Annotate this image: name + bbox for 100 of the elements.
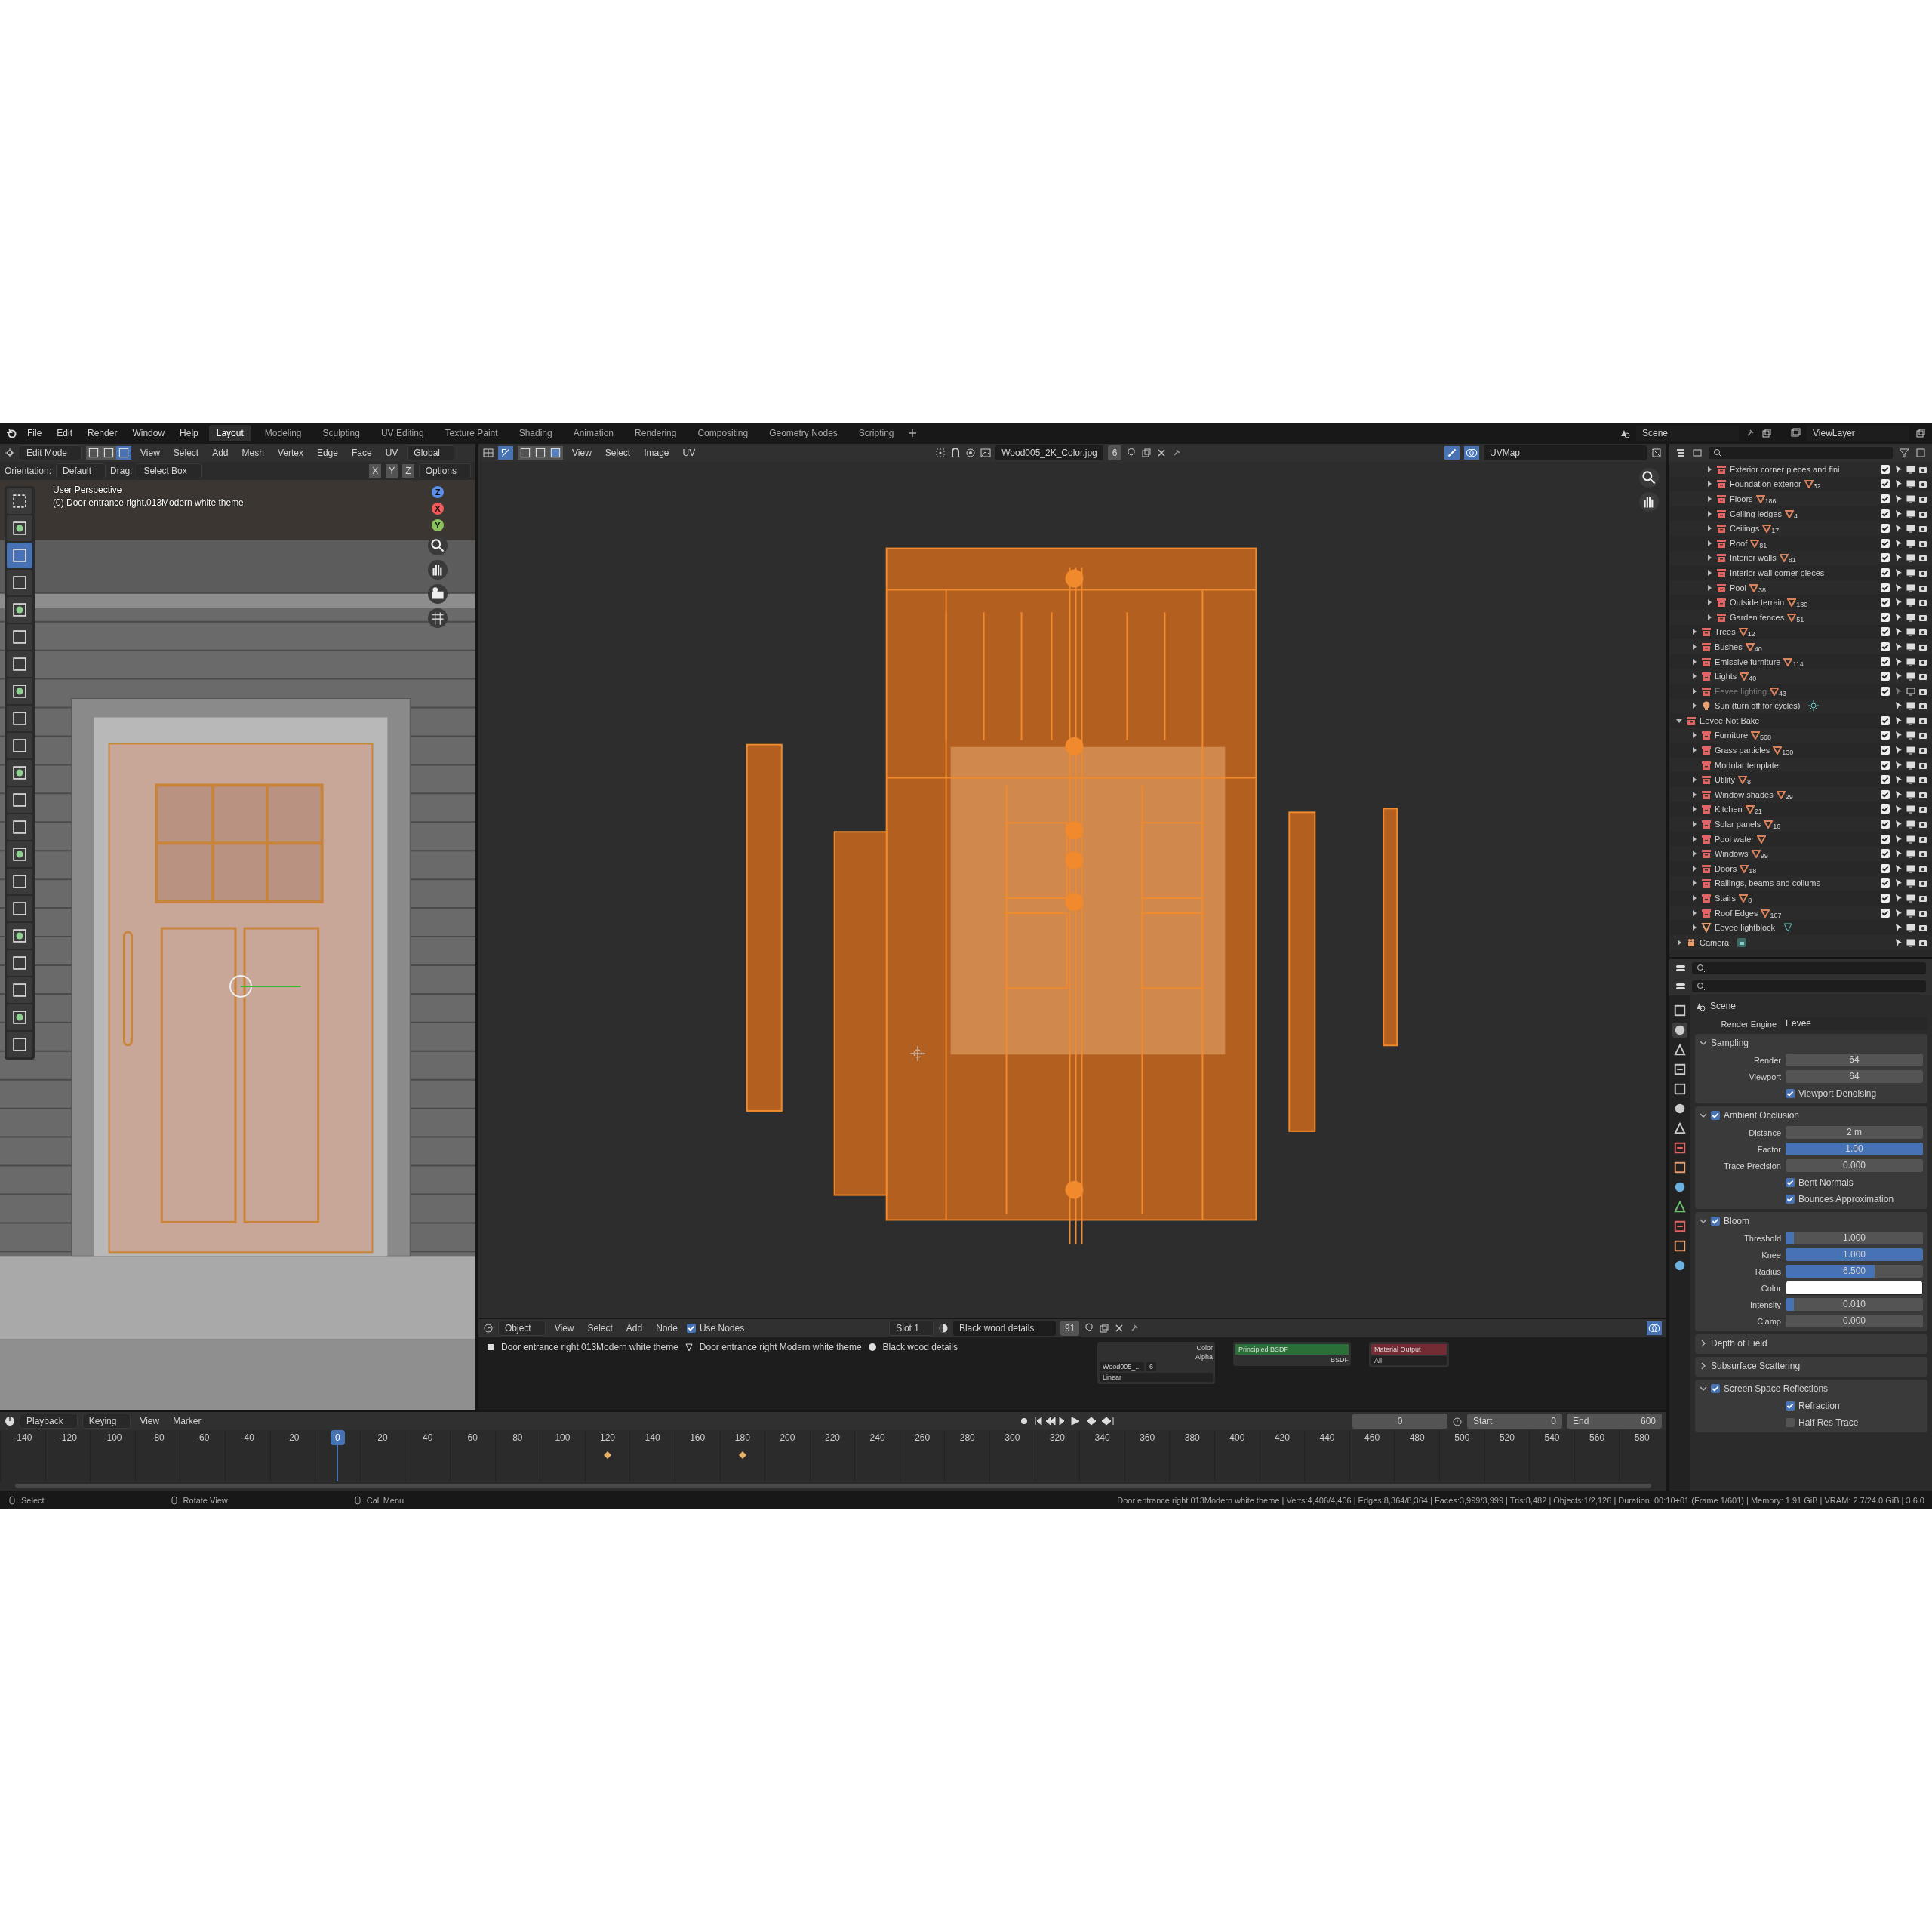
select-arrow-icon[interactable]	[1894, 479, 1903, 489]
number-field[interactable]: 64	[1786, 1054, 1923, 1066]
color-swatch[interactable]	[1786, 1281, 1923, 1295]
outliner-item[interactable]: Utility	[1715, 775, 1735, 785]
outliner-row[interactable]: Outside terrain 180	[1669, 595, 1932, 610]
new-collection-icon[interactable]	[1915, 448, 1926, 458]
monitor-icon[interactable]	[1906, 804, 1915, 814]
select-box-icon[interactable]	[7, 488, 32, 514]
workspace-tab[interactable]: Shading	[511, 425, 560, 441]
gizmo-toggle-icon[interactable]	[1444, 446, 1460, 460]
monitor-icon[interactable]	[1906, 731, 1915, 740]
monitor-icon[interactable]	[1906, 760, 1915, 770]
camera-icon[interactable]	[1918, 894, 1927, 903]
expand-arrow-icon[interactable]	[1706, 525, 1713, 533]
expand-arrow-icon[interactable]	[1690, 657, 1698, 666]
select-arrow-icon[interactable]	[1894, 641, 1903, 651]
interpolation-dropdown[interactable]: Linear	[1100, 1373, 1213, 1382]
camera-icon[interactable]	[1918, 479, 1927, 489]
breadcrumb-item[interactable]: Door entrance right.013Modern white theme	[501, 1342, 678, 1352]
select-arrow-icon[interactable]	[1894, 760, 1903, 770]
menu-item[interactable]: Vertex	[272, 446, 308, 460]
display-mode-icon[interactable]	[1692, 448, 1703, 458]
select-arrow-icon[interactable]	[1894, 612, 1903, 622]
keyframe-icon[interactable]	[738, 1451, 746, 1459]
start-frame-field[interactable]: Start 0	[1467, 1414, 1562, 1429]
menu-item[interactable]: Image	[639, 446, 674, 460]
menu-item[interactable]: Select	[600, 446, 635, 460]
exclude-checkbox[interactable]	[1881, 583, 1890, 592]
camera-icon[interactable]	[1918, 731, 1927, 740]
monitor-icon[interactable]	[1906, 568, 1915, 577]
panel-title[interactable]: Sampling	[1711, 1038, 1749, 1048]
outliner-row[interactable]: Doors 18	[1669, 861, 1932, 876]
expand-arrow-icon[interactable]	[1690, 805, 1698, 814]
select-arrow-icon[interactable]	[1894, 923, 1903, 933]
image-name-field[interactable]: Wood005_2K_Color.jpg	[995, 445, 1103, 460]
select-mode-icon[interactable]	[116, 446, 132, 460]
material-output-node[interactable]: Material Output All	[1369, 1342, 1449, 1367]
menu-item[interactable]: View	[136, 446, 165, 460]
monitor-icon[interactable]	[1906, 538, 1915, 548]
select-arrow-icon[interactable]	[1894, 583, 1903, 592]
number-field[interactable]: 0.000	[1786, 1159, 1923, 1172]
outliner-row[interactable]: Utility 8	[1669, 772, 1932, 788]
logo-icon[interactable]	[6, 428, 17, 438]
outliner-row[interactable]: Emissive furniture 114	[1669, 654, 1932, 669]
outliner-item[interactable]: Windows	[1715, 849, 1749, 859]
outliner-row[interactable]: Ceiling ledges 4	[1669, 506, 1932, 521]
outliner-row[interactable]: Interior wall corner pieces	[1669, 565, 1932, 580]
exclude-checkbox[interactable]	[1881, 849, 1890, 859]
monitor-icon[interactable]	[1906, 908, 1915, 918]
expand-arrow-icon[interactable]	[1690, 790, 1698, 798]
monitor-icon[interactable]	[1906, 894, 1915, 903]
menu-item[interactable]: View	[568, 446, 596, 460]
exclude-checkbox[interactable]	[1881, 894, 1890, 903]
caret-icon[interactable]	[1700, 1217, 1707, 1225]
orientation-dropdown[interactable]: Default	[56, 463, 106, 478]
select-mode-icon[interactable]	[101, 446, 117, 460]
expand-arrow-icon[interactable]	[1706, 568, 1713, 577]
outliner-item[interactable]: Ceilings	[1730, 524, 1760, 534]
camera-icon[interactable]	[1918, 627, 1927, 637]
select-mode-icon[interactable]	[548, 446, 563, 460]
record-icon[interactable]	[1019, 1416, 1029, 1426]
select-arrow-icon[interactable]	[1894, 820, 1903, 829]
material-users-count[interactable]: 91	[1060, 1321, 1080, 1336]
camera-icon[interactable]	[1918, 701, 1927, 711]
monitor-icon[interactable]	[1906, 672, 1915, 681]
select-arrow-icon[interactable]	[1894, 701, 1903, 711]
outliner-item[interactable]: Roof Edges	[1715, 908, 1758, 918]
filter-icon[interactable]	[1899, 448, 1909, 458]
outliner-row[interactable]: Eevee lightblock	[1669, 920, 1932, 935]
monitor-icon[interactable]	[1906, 715, 1915, 725]
menu-item[interactable]: Edge	[312, 446, 343, 460]
camera-icon[interactable]	[1918, 923, 1927, 933]
exclude-checkbox[interactable]	[1881, 760, 1890, 770]
enable-checkbox[interactable]	[1711, 1217, 1720, 1226]
pivot-icon[interactable]	[935, 448, 946, 458]
keyframe-icon[interactable]	[604, 1451, 611, 1459]
image-texture-node[interactable]: Color Alpha Wood005_... 6 Linear	[1097, 1342, 1215, 1384]
camera-icon[interactable]	[1918, 820, 1927, 829]
scrollbar[interactable]	[15, 1484, 1651, 1488]
outliner-row[interactable]: Kitchen 21	[1669, 801, 1932, 817]
number-field[interactable]: 2 m	[1786, 1126, 1923, 1139]
menu-item[interactable]: File	[23, 426, 47, 440]
outliner-item[interactable]: Pool water	[1715, 834, 1754, 844]
add-icon[interactable]	[907, 429, 917, 438]
expand-arrow-icon[interactable]	[1690, 672, 1698, 681]
material-name-field[interactable]: Black wood details	[952, 1321, 1056, 1336]
outliner-icon[interactable]	[1675, 448, 1686, 458]
monitor-icon[interactable]	[1906, 612, 1915, 622]
expand-arrow-icon[interactable]	[1690, 642, 1698, 651]
breadcrumb-item[interactable]: Door entrance right Modern white theme	[699, 1342, 862, 1352]
monitor-icon[interactable]	[1906, 834, 1915, 844]
option-checkbox[interactable]: Viewport Denoising	[1786, 1088, 1877, 1099]
monitor-icon[interactable]	[1906, 524, 1915, 534]
monitor-icon[interactable]	[1906, 849, 1915, 859]
exclude-checkbox[interactable]	[1881, 804, 1890, 814]
workspace-tab[interactable]: Modeling	[257, 425, 309, 441]
search-field[interactable]	[1709, 447, 1893, 459]
select-arrow-icon[interactable]	[1894, 464, 1903, 474]
outliner-item[interactable]: Garden fences	[1730, 612, 1785, 622]
monitor-icon[interactable]	[1906, 583, 1915, 592]
